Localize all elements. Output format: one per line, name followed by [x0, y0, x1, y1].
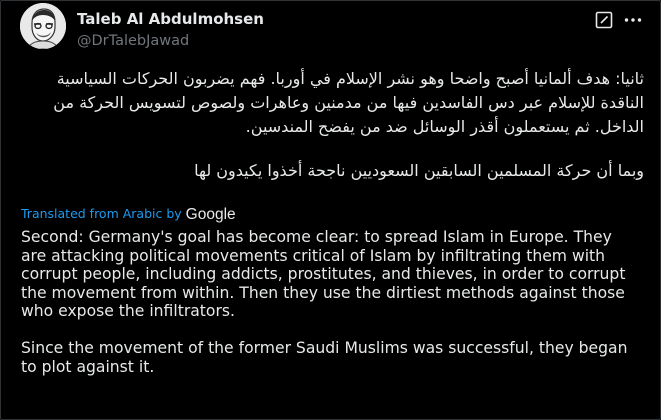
original-tweet-text: ثانيا: هدف ألمانيا أصبح واضحا وهو نشر ال…	[19, 67, 644, 183]
translation-label: Translated from Arabic by	[21, 206, 182, 221]
author-handle[interactable]: @DrTalebJawad	[77, 33, 189, 49]
translation-attribution[interactable]: Translated from Arabic by Google	[21, 206, 236, 224]
author-avatar[interactable]	[20, 3, 66, 49]
original-paragraph-1: ثانيا: هدف ألمانيا أصبح واضحا وهو نشر ال…	[53, 69, 644, 136]
google-logo: Google	[185, 206, 236, 223]
edit-icon[interactable]	[595, 11, 613, 29]
translated-paragraph-1: Second: Germany's goal has become clear:…	[21, 228, 626, 320]
avatar-sketch-icon	[20, 3, 66, 49]
author-name[interactable]: Taleb Al Abdulmohsen	[77, 10, 264, 28]
tweet-card: Taleb Al Abdulmohsen @DrTalebJawad ثانيا…	[0, 0, 661, 420]
translated-paragraph-2: Since the movement of the former Saudi M…	[21, 339, 628, 376]
more-options-icon[interactable]	[623, 11, 643, 29]
original-paragraph-2: وبما أن حركة المسلمين السابقين السعوديين…	[194, 161, 644, 180]
translated-tweet-text: Second: Germany's goal has become clear:…	[21, 228, 641, 376]
